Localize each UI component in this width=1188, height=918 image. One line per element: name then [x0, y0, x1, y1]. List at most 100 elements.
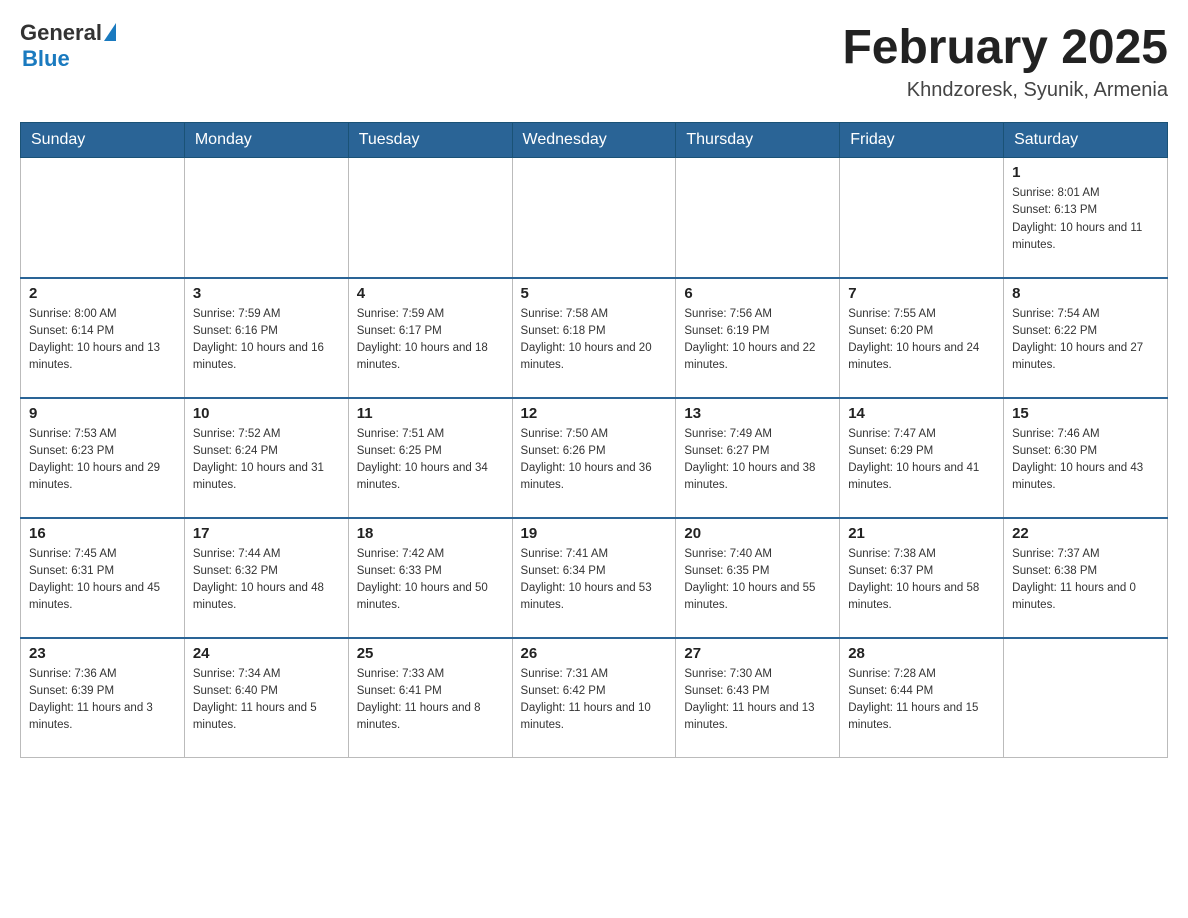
- day-number: 10: [193, 405, 340, 422]
- day-info: Sunrise: 7:42 AMSunset: 6:33 PMDaylight:…: [357, 546, 504, 615]
- table-row: 11 Sunrise: 7:51 AMSunset: 6:25 PMDayligh…: [348, 398, 512, 518]
- day-number: 12: [521, 405, 668, 422]
- day-info: Sunrise: 7:40 AMSunset: 6:35 PMDaylight:…: [684, 546, 831, 615]
- day-number: 19: [521, 525, 668, 542]
- day-number: 20: [684, 525, 831, 542]
- table-row: [348, 158, 512, 278]
- day-info: Sunrise: 7:50 AMSunset: 6:26 PMDaylight:…: [521, 426, 668, 495]
- day-number: 26: [521, 645, 668, 662]
- day-info: Sunrise: 7:36 AMSunset: 6:39 PMDaylight:…: [29, 666, 176, 735]
- day-info: Sunrise: 7:58 AMSunset: 6:18 PMDaylight:…: [521, 306, 668, 375]
- day-info: Sunrise: 7:51 AMSunset: 6:25 PMDaylight:…: [357, 426, 504, 495]
- header-thursday: Thursday: [676, 123, 840, 158]
- day-info: Sunrise: 7:55 AMSunset: 6:20 PMDaylight:…: [848, 306, 995, 375]
- logo-blue-text: Blue: [22, 46, 70, 72]
- logo-general-text: General: [20, 20, 102, 46]
- header-wednesday: Wednesday: [512, 123, 676, 158]
- page-header: General Blue February 2025 Khndzoresk, S…: [20, 20, 1168, 102]
- day-number: 21: [848, 525, 995, 542]
- calendar-week-row: 23 Sunrise: 7:36 AMSunset: 6:39 PMDayligh…: [21, 638, 1168, 758]
- logo-triangle-icon: [104, 23, 116, 41]
- day-info: Sunrise: 7:41 AMSunset: 6:34 PMDaylight:…: [521, 546, 668, 615]
- calendar-header-row: Sunday Monday Tuesday Wednesday Thursday…: [21, 123, 1168, 158]
- day-info: Sunrise: 7:53 AMSunset: 6:23 PMDaylight:…: [29, 426, 176, 495]
- header-friday: Friday: [840, 123, 1004, 158]
- table-row: 18 Sunrise: 7:42 AMSunset: 6:33 PMDayligh…: [348, 518, 512, 638]
- day-info: Sunrise: 7:59 AMSunset: 6:17 PMDaylight:…: [357, 306, 504, 375]
- day-number: 17: [193, 525, 340, 542]
- table-row: [840, 158, 1004, 278]
- table-row: 17 Sunrise: 7:44 AMSunset: 6:32 PMDayligh…: [184, 518, 348, 638]
- day-info: Sunrise: 7:59 AMSunset: 6:16 PMDaylight:…: [193, 306, 340, 375]
- location-text: Khndzoresk, Syunik, Armenia: [842, 79, 1168, 102]
- day-number: 22: [1012, 525, 1159, 542]
- table-row: 15 Sunrise: 7:46 AMSunset: 6:30 PMDayligh…: [1004, 398, 1168, 518]
- day-number: 5: [521, 285, 668, 302]
- day-number: 15: [1012, 405, 1159, 422]
- logo: General Blue: [20, 20, 116, 72]
- table-row: 3 Sunrise: 7:59 AMSunset: 6:16 PMDaylight…: [184, 278, 348, 398]
- calendar-week-row: 16 Sunrise: 7:45 AMSunset: 6:31 PMDayligh…: [21, 518, 1168, 638]
- day-info: Sunrise: 7:47 AMSunset: 6:29 PMDaylight:…: [848, 426, 995, 495]
- calendar-week-row: 1Sunrise: 8:01 AMSunset: 6:13 PMDaylight…: [21, 158, 1168, 278]
- table-row: 28 Sunrise: 7:28 AMSunset: 6:44 PMDayligh…: [840, 638, 1004, 758]
- day-info: Sunrise: 7:28 AMSunset: 6:44 PMDaylight:…: [848, 666, 995, 735]
- table-row: 12 Sunrise: 7:50 AMSunset: 6:26 PMDayligh…: [512, 398, 676, 518]
- day-info: Sunrise: 7:45 AMSunset: 6:31 PMDaylight:…: [29, 546, 176, 615]
- day-info: Sunrise: 7:44 AMSunset: 6:32 PMDaylight:…: [193, 546, 340, 615]
- header-tuesday: Tuesday: [348, 123, 512, 158]
- day-info: Sunrise: 7:31 AMSunset: 6:42 PMDaylight:…: [521, 666, 668, 735]
- table-row: [1004, 638, 1168, 758]
- day-number: 18: [357, 525, 504, 542]
- day-number: 7: [848, 285, 995, 302]
- table-row: 14 Sunrise: 7:47 AMSunset: 6:29 PMDayligh…: [840, 398, 1004, 518]
- day-number: 14: [848, 405, 995, 422]
- day-info: Sunrise: 7:49 AMSunset: 6:27 PMDaylight:…: [684, 426, 831, 495]
- table-row: 27 Sunrise: 7:30 AMSunset: 6:43 PMDayligh…: [676, 638, 840, 758]
- day-number: 11: [357, 405, 504, 422]
- day-info: Sunrise: 7:46 AMSunset: 6:30 PMDaylight:…: [1012, 426, 1159, 495]
- day-number: 3: [193, 285, 340, 302]
- day-info: Sunrise: 7:33 AMSunset: 6:41 PMDaylight:…: [357, 666, 504, 735]
- day-info: Sunrise: 7:56 AMSunset: 6:19 PMDaylight:…: [684, 306, 831, 375]
- calendar-week-row: 2 Sunrise: 8:00 AMSunset: 6:14 PMDaylight…: [21, 278, 1168, 398]
- day-number: 28: [848, 645, 995, 662]
- month-title: February 2025: [842, 20, 1168, 75]
- day-info: Sunrise: 7:37 AMSunset: 6:38 PMDaylight:…: [1012, 546, 1159, 615]
- table-row: [676, 158, 840, 278]
- header-monday: Monday: [184, 123, 348, 158]
- table-row: 20 Sunrise: 7:40 AMSunset: 6:35 PMDayligh…: [676, 518, 840, 638]
- table-row: 9 Sunrise: 7:53 AMSunset: 6:23 PMDaylight…: [21, 398, 185, 518]
- table-row: [21, 158, 185, 278]
- table-row: 4 Sunrise: 7:59 AMSunset: 6:17 PMDaylight…: [348, 278, 512, 398]
- table-row: 19 Sunrise: 7:41 AMSunset: 6:34 PMDayligh…: [512, 518, 676, 638]
- day-number: 25: [357, 645, 504, 662]
- table-row: 2 Sunrise: 8:00 AMSunset: 6:14 PMDaylight…: [21, 278, 185, 398]
- day-number: 27: [684, 645, 831, 662]
- day-info: Sunrise: 7:52 AMSunset: 6:24 PMDaylight:…: [193, 426, 340, 495]
- day-info: Sunrise: 8:00 AMSunset: 6:14 PMDaylight:…: [29, 306, 176, 375]
- table-row: 6Sunrise: 7:56 AMSunset: 6:19 PMDaylight…: [676, 278, 840, 398]
- table-row: 24Sunrise: 7:34 AMSunset: 6:40 PMDayligh…: [184, 638, 348, 758]
- day-number: 1: [1012, 164, 1159, 181]
- day-number: 4: [357, 285, 504, 302]
- day-number: 23: [29, 645, 176, 662]
- day-info: Sunrise: 7:34 AMSunset: 6:40 PMDaylight:…: [193, 666, 340, 735]
- day-info: Sunrise: 7:54 AMSunset: 6:22 PMDaylight:…: [1012, 306, 1159, 375]
- table-row: [184, 158, 348, 278]
- day-number: 13: [684, 405, 831, 422]
- table-row: 1Sunrise: 8:01 AMSunset: 6:13 PMDaylight…: [1004, 158, 1168, 278]
- table-row: 25 Sunrise: 7:33 AMSunset: 6:41 PMDayligh…: [348, 638, 512, 758]
- day-number: 9: [29, 405, 176, 422]
- table-row: 26 Sunrise: 7:31 AMSunset: 6:42 PMDayligh…: [512, 638, 676, 758]
- day-number: 2: [29, 285, 176, 302]
- calendar-table: Sunday Monday Tuesday Wednesday Thursday…: [20, 122, 1168, 758]
- table-row: 22 Sunrise: 7:37 AMSunset: 6:38 PMDayligh…: [1004, 518, 1168, 638]
- table-row: 16 Sunrise: 7:45 AMSunset: 6:31 PMDayligh…: [21, 518, 185, 638]
- day-info: Sunrise: 7:30 AMSunset: 6:43 PMDaylight:…: [684, 666, 831, 735]
- table-row: 10 Sunrise: 7:52 AMSunset: 6:24 PMDayligh…: [184, 398, 348, 518]
- table-row: 7 Sunrise: 7:55 AMSunset: 6:20 PMDaylight…: [840, 278, 1004, 398]
- calendar-week-row: 9 Sunrise: 7:53 AMSunset: 6:23 PMDaylight…: [21, 398, 1168, 518]
- day-number: 16: [29, 525, 176, 542]
- table-row: [512, 158, 676, 278]
